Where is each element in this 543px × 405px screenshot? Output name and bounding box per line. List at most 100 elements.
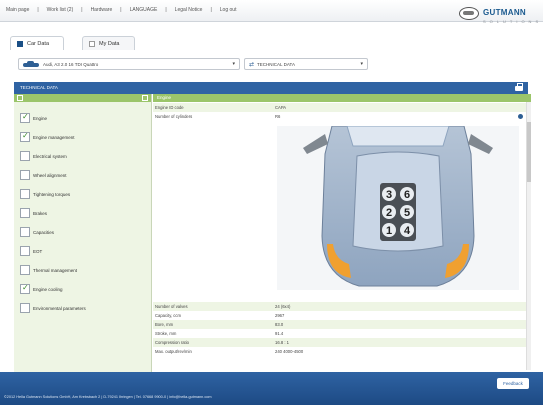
tab-indicator-icon [89, 40, 96, 47]
car-top-view-icon: 3 6 2 5 1 4 [303, 125, 493, 287]
category-item-eot[interactable]: EOT [20, 246, 42, 256]
category-label: Capacities [33, 229, 55, 235]
cylinder-label: 3 [386, 189, 392, 201]
category-item-tightening-torques[interactable]: Tightening torques [20, 189, 70, 199]
category-label: Wheel alignment [33, 172, 67, 178]
chevron-down-icon: ▾ [232, 61, 235, 67]
top-bar: Main page | Work list (2) | Hardware | LANG… [0, 0, 543, 24]
checkbox-icon[interactable] [20, 151, 30, 161]
row-value: 240 4000-4500 [275, 349, 304, 354]
table-row: Stroke, mm 91.4 [153, 329, 531, 338]
category-item-environmental-parameters[interactable]: Environmental parameters [20, 303, 86, 313]
cylinder-label: 2 [386, 207, 392, 219]
checkbox-icon[interactable] [20, 208, 30, 218]
category-label: Thermal management [33, 267, 78, 273]
category-list: Engine Engine management Electrical syst… [14, 94, 152, 372]
table-row: Capacity, ccm 2967 [153, 311, 531, 320]
panel-header: TECHNICAL DATA [14, 82, 528, 94]
row-key: Stroke, mm [155, 331, 177, 336]
row-value: R6 [275, 114, 281, 119]
category-label: Engine cooling [33, 286, 63, 292]
expand-icon[interactable] [142, 95, 148, 101]
hella-logo-icon [459, 7, 479, 20]
row-key: Number of cylinders [155, 114, 193, 119]
panel-title: TECHNICAL DATA [20, 85, 58, 90]
checkbox-icon[interactable] [20, 170, 30, 180]
category-list-header [14, 94, 151, 102]
row-key: Compression ratio [155, 340, 189, 345]
table-row: Number of valves 24 (6x4) [153, 302, 531, 311]
detail-panel: Engine Engine ID code CAPA Number of cyl… [153, 94, 531, 372]
row-key: Max. output/rev/min [155, 349, 192, 354]
footer: Feedback ©2012 Hella Gutmann Solutions G… [0, 372, 543, 405]
table-row: Number of cylinders R6 [153, 112, 531, 121]
printer-icon[interactable] [514, 83, 524, 92]
nav-language[interactable]: LANGUAGE [128, 7, 160, 13]
vehicle-select-value: Audi, A3 2.0 16 TDI Quattro [43, 61, 99, 67]
nav-legal-notice[interactable]: Legal Notice [173, 7, 205, 13]
nav-main-page[interactable]: Main page [4, 7, 31, 13]
category-label: Electrical system [33, 153, 67, 159]
detail-header: Engine [153, 94, 531, 102]
tab-my-data[interactable]: My Data [82, 36, 135, 50]
tab-label: Car Data [27, 40, 50, 47]
row-value: 2967 [275, 313, 285, 318]
tab-car-data[interactable]: Car Data [10, 36, 65, 50]
cylinder-label: 4 [404, 225, 411, 237]
cylinder-label: 6 [404, 189, 410, 201]
checkbox-icon[interactable] [20, 227, 30, 237]
category-item-electrical-system[interactable]: Electrical system [20, 151, 67, 161]
table-row: Max. output/rev/min 240 4000-4500 [153, 347, 531, 356]
checkbox-icon[interactable] [20, 265, 30, 275]
checkbox-checked-icon[interactable] [20, 283, 30, 294]
engine-diagram: 3 6 2 5 1 4 [277, 125, 519, 290]
info-dot-icon[interactable] [518, 114, 523, 119]
plug-icon: ⇄ [249, 61, 255, 68]
tab-label: My Data [99, 40, 120, 47]
main-tabs: Car Data My Data [10, 36, 135, 50]
feedback-button[interactable]: Feedback [497, 378, 529, 389]
scrollbar-thumb[interactable] [527, 122, 531, 182]
checkbox-checked-icon[interactable] [20, 112, 30, 123]
category-item-engine-cooling[interactable]: Engine cooling [20, 283, 63, 294]
row-key: Bore, mm [155, 322, 174, 327]
logo-sub: SOLUTIONS [483, 19, 543, 24]
category-item-engine-management[interactable]: Engine management [20, 131, 75, 142]
row-key: Engine ID code [155, 105, 184, 110]
data-type-select-value: TECHNICAL DATA [257, 61, 295, 67]
cylinder-label: 1 [386, 225, 392, 237]
category-item-brakes[interactable]: Brakes [20, 208, 47, 218]
row-value: 24 (6x4) [275, 304, 291, 309]
checkbox-icon[interactable] [20, 189, 30, 199]
table-row: Compression ratio 16.8 : 1 [153, 338, 531, 347]
category-item-capacities[interactable]: Capacities [20, 227, 54, 237]
nav-hardware[interactable]: Hardware [89, 7, 115, 13]
nav-log-out[interactable]: Log out [218, 7, 239, 13]
logo-brand: GUTMANN [483, 8, 526, 17]
category-item-wheel-alignment[interactable]: Wheel alignment [20, 170, 67, 180]
row-value: 83.0 [275, 322, 284, 327]
category-item-engine[interactable]: Engine [20, 112, 48, 123]
row-value: 16.8 : 1 [275, 340, 289, 345]
detail-scrollbar[interactable] [526, 102, 531, 370]
cylinder-label: 5 [404, 207, 410, 219]
checkbox-icon[interactable] [20, 303, 30, 313]
row-key: Number of valves [155, 304, 188, 309]
tab-indicator-icon [17, 40, 23, 47]
category-label: Brakes [33, 210, 48, 216]
table-row: Engine ID code CAPA [153, 103, 531, 112]
category-item-thermal-management[interactable]: Thermal management [20, 265, 77, 275]
category-label: EOT [33, 248, 43, 254]
checkbox-icon[interactable] [20, 246, 30, 256]
data-type-select[interactable]: ⇄ TECHNICAL DATA ▾ [244, 58, 368, 70]
vehicle-select[interactable]: Audi, A3 2.0 16 TDI Quattro ▾ [18, 58, 240, 70]
checkbox-checked-icon[interactable] [20, 131, 30, 142]
row-value: 91.4 [275, 331, 284, 336]
nav-work-list[interactable]: Work list (2) [45, 7, 76, 13]
collapse-icon[interactable] [17, 95, 23, 101]
row-key: Capacity, ccm [155, 313, 181, 318]
row-value: CAPA [275, 105, 287, 110]
table-row: Bore, mm 83.0 [153, 320, 531, 329]
category-label: Engine [33, 115, 48, 121]
category-label: Engine management [33, 134, 75, 140]
